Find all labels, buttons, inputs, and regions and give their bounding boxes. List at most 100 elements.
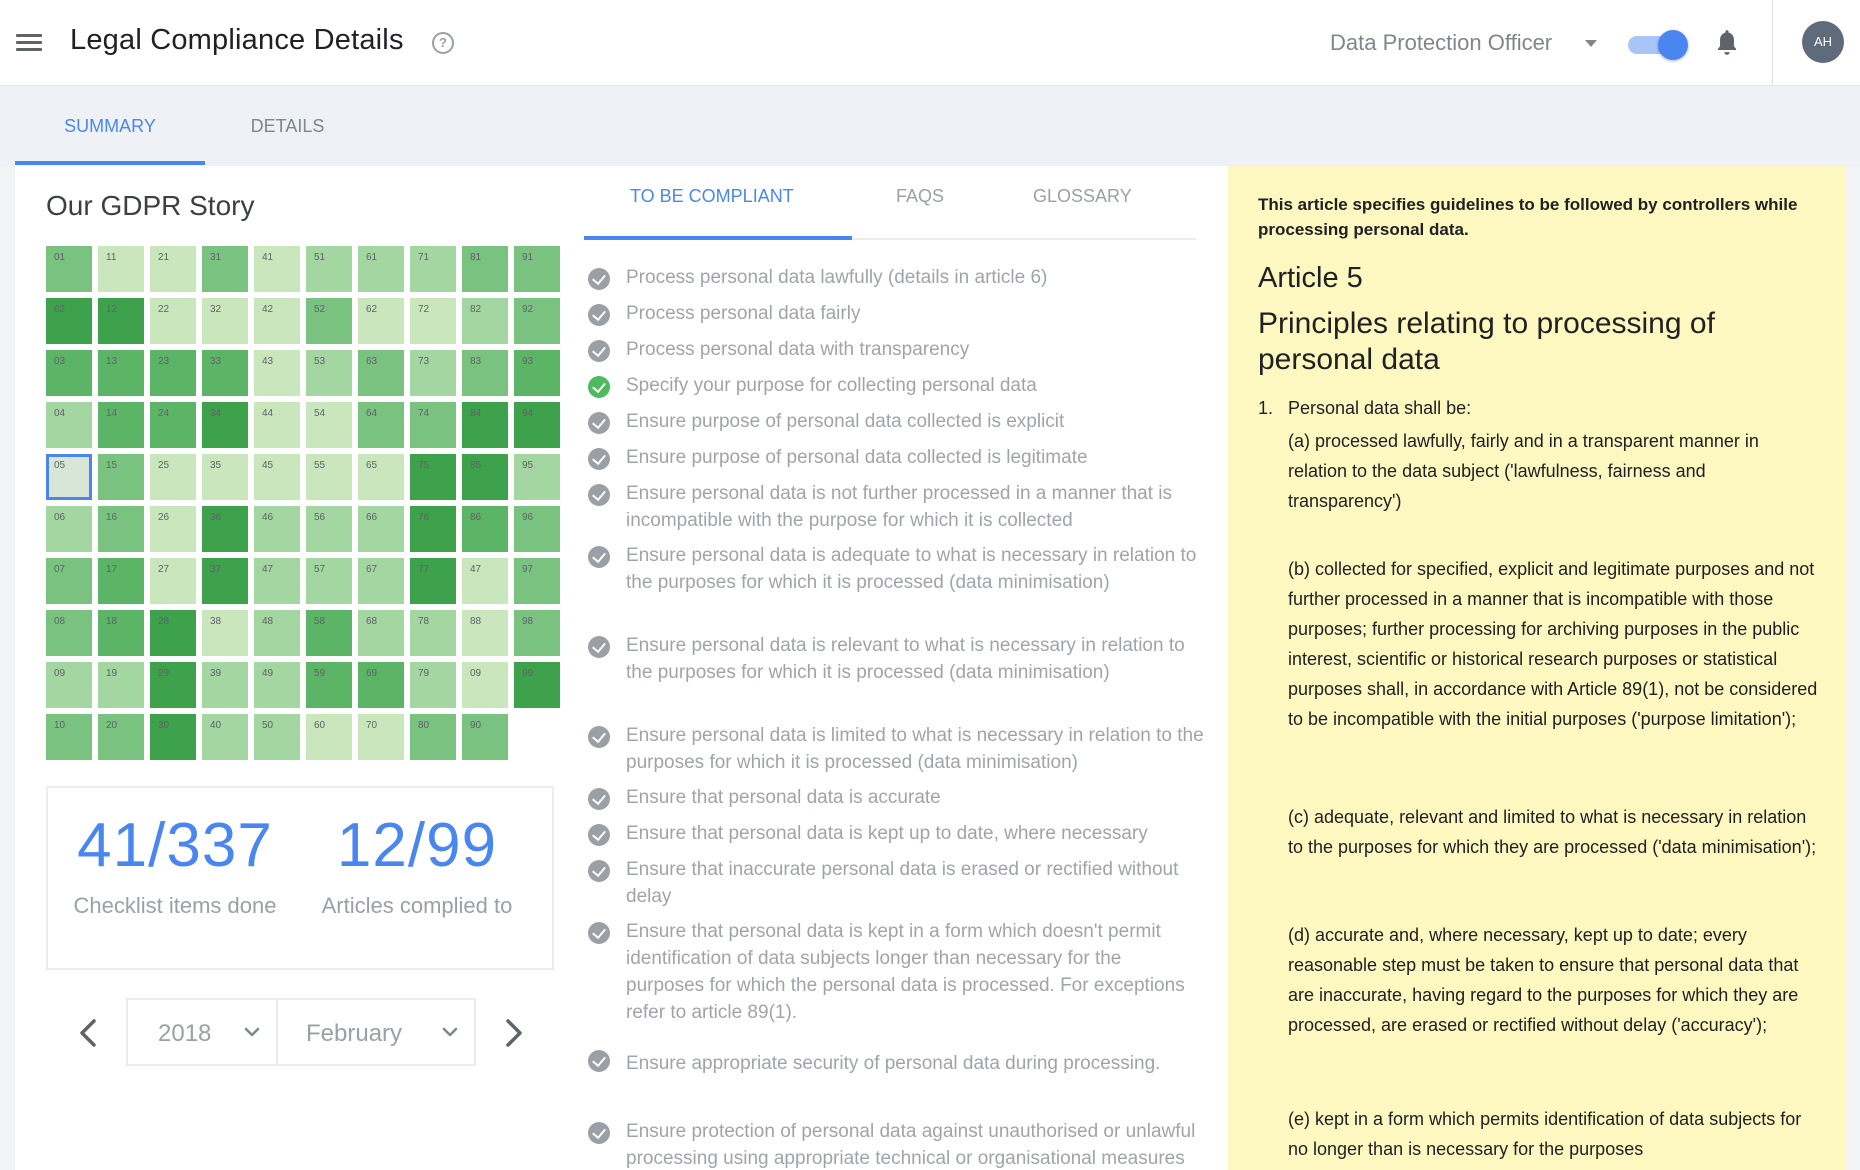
article-cell[interactable]: 41 bbox=[254, 246, 300, 292]
article-cell[interactable]: 26 bbox=[150, 506, 196, 552]
article-cell[interactable]: 64 bbox=[358, 402, 404, 448]
article-cell[interactable]: 75 bbox=[410, 454, 456, 500]
article-cell[interactable]: 99 bbox=[514, 662, 560, 708]
article-cell[interactable]: 12 bbox=[98, 298, 144, 344]
tab-to-be-compliant[interactable]: TO BE COMPLIANT bbox=[630, 186, 794, 207]
article-cell[interactable]: 04 bbox=[46, 402, 92, 448]
article-cell[interactable]: 21 bbox=[150, 246, 196, 292]
article-cell[interactable]: 95 bbox=[514, 454, 560, 500]
article-cell[interactable]: 78 bbox=[410, 610, 456, 656]
article-cell[interactable]: 72 bbox=[410, 298, 456, 344]
article-cell[interactable]: 80 bbox=[410, 714, 456, 760]
article-cell[interactable]: 02 bbox=[46, 298, 92, 344]
article-cell[interactable]: 14 bbox=[98, 402, 144, 448]
article-cell[interactable]: 20 bbox=[98, 714, 144, 760]
article-cell[interactable]: 98 bbox=[514, 610, 560, 656]
article-cell[interactable]: 71 bbox=[410, 246, 456, 292]
role-dropdown[interactable]: Data Protection Officer bbox=[1330, 30, 1552, 56]
tab-glossary[interactable]: GLOSSARY bbox=[1033, 186, 1132, 207]
article-cell[interactable]: 84 bbox=[462, 402, 508, 448]
article-cell[interactable]: 35 bbox=[202, 454, 248, 500]
article-cell[interactable]: 90 bbox=[462, 714, 508, 760]
article-cell[interactable]: 15 bbox=[98, 454, 144, 500]
tab-summary[interactable]: SUMMARY bbox=[15, 86, 205, 166]
avatar[interactable]: AH bbox=[1802, 21, 1844, 63]
article-cell[interactable]: 92 bbox=[514, 298, 560, 344]
article-cell[interactable]: 94 bbox=[514, 402, 560, 448]
article-cell[interactable]: 74 bbox=[410, 402, 456, 448]
article-cell[interactable]: 54 bbox=[306, 402, 352, 448]
next-month-icon[interactable] bbox=[496, 1014, 530, 1052]
article-cell[interactable]: 53 bbox=[306, 350, 352, 396]
article-cell[interactable]: 42 bbox=[254, 298, 300, 344]
article-cell[interactable]: 70 bbox=[358, 714, 404, 760]
mode-toggle[interactable] bbox=[1628, 30, 1688, 60]
article-cell[interactable]: 97 bbox=[514, 558, 560, 604]
article-cell[interactable]: 22 bbox=[150, 298, 196, 344]
article-cell[interactable]: 30 bbox=[150, 714, 196, 760]
article-cell[interactable]: 32 bbox=[202, 298, 248, 344]
article-cell[interactable]: 13 bbox=[98, 350, 144, 396]
article-cell[interactable]: 61 bbox=[358, 246, 404, 292]
article-cell[interactable]: 08 bbox=[46, 610, 92, 656]
article-cell[interactable]: 25 bbox=[150, 454, 196, 500]
menu-icon[interactable] bbox=[16, 34, 42, 52]
article-cell[interactable]: 63 bbox=[358, 350, 404, 396]
article-cell[interactable]: 06 bbox=[46, 506, 92, 552]
article-cell[interactable]: 07 bbox=[46, 558, 92, 604]
bell-icon[interactable] bbox=[1714, 28, 1740, 58]
article-cell[interactable]: 28 bbox=[150, 610, 196, 656]
article-cell[interactable]: 31 bbox=[202, 246, 248, 292]
month-select[interactable]: February bbox=[276, 998, 476, 1066]
help-icon[interactable]: ? bbox=[432, 32, 454, 54]
article-cell[interactable]: 46 bbox=[254, 506, 300, 552]
article-cell[interactable]: 93 bbox=[514, 350, 560, 396]
article-cell[interactable]: 68 bbox=[358, 610, 404, 656]
article-cell[interactable]: 24 bbox=[150, 402, 196, 448]
article-cell[interactable]: 73 bbox=[410, 350, 456, 396]
caret-down-icon[interactable] bbox=[1585, 40, 1597, 47]
article-cell[interactable]: 03 bbox=[46, 350, 92, 396]
article-cell[interactable]: 50 bbox=[254, 714, 300, 760]
article-cell[interactable]: 69 bbox=[358, 662, 404, 708]
article-cell[interactable]: 59 bbox=[306, 662, 352, 708]
article-cell[interactable]: 43 bbox=[254, 350, 300, 396]
article-cell[interactable]: 23 bbox=[150, 350, 196, 396]
article-cell[interactable]: 82 bbox=[462, 298, 508, 344]
article-cell[interactable]: 19 bbox=[98, 662, 144, 708]
article-cell[interactable]: 81 bbox=[462, 246, 508, 292]
article-cell[interactable]: 83 bbox=[462, 350, 508, 396]
article-cell[interactable]: 49 bbox=[254, 662, 300, 708]
article-cell[interactable]: 09 bbox=[462, 662, 508, 708]
tab-details[interactable]: DETAILS bbox=[205, 86, 370, 166]
article-cell[interactable]: 05 bbox=[46, 454, 92, 500]
article-cell[interactable]: 01 bbox=[46, 246, 92, 292]
article-cell[interactable]: 52 bbox=[306, 298, 352, 344]
article-cell[interactable]: 96 bbox=[514, 506, 560, 552]
article-cell[interactable]: 29 bbox=[150, 662, 196, 708]
article-cell[interactable]: 56 bbox=[306, 506, 352, 552]
article-cell[interactable]: 36 bbox=[202, 506, 248, 552]
article-cell[interactable]: 86 bbox=[462, 506, 508, 552]
article-cell[interactable]: 66 bbox=[358, 506, 404, 552]
article-cell[interactable]: 37 bbox=[202, 558, 248, 604]
article-cell[interactable]: 34 bbox=[202, 402, 248, 448]
article-cell[interactable]: 16 bbox=[98, 506, 144, 552]
article-cell[interactable]: 55 bbox=[306, 454, 352, 500]
article-cell[interactable]: 47 bbox=[254, 558, 300, 604]
prev-month-icon[interactable] bbox=[72, 1014, 106, 1052]
article-cell[interactable]: 40 bbox=[202, 714, 248, 760]
article-cell[interactable]: 38 bbox=[202, 610, 248, 656]
tab-faqs[interactable]: FAQS bbox=[896, 186, 944, 207]
article-cell[interactable]: 57 bbox=[306, 558, 352, 604]
article-cell[interactable]: 91 bbox=[514, 246, 560, 292]
article-cell[interactable]: 48 bbox=[254, 610, 300, 656]
article-cell[interactable]: 33 bbox=[202, 350, 248, 396]
article-cell[interactable]: 85 bbox=[462, 454, 508, 500]
article-cell[interactable]: 79 bbox=[410, 662, 456, 708]
article-cell[interactable]: 11 bbox=[98, 246, 144, 292]
article-cell[interactable]: 17 bbox=[98, 558, 144, 604]
article-cell[interactable]: 65 bbox=[358, 454, 404, 500]
article-cell[interactable]: 47 bbox=[462, 558, 508, 604]
article-cell[interactable]: 60 bbox=[306, 714, 352, 760]
